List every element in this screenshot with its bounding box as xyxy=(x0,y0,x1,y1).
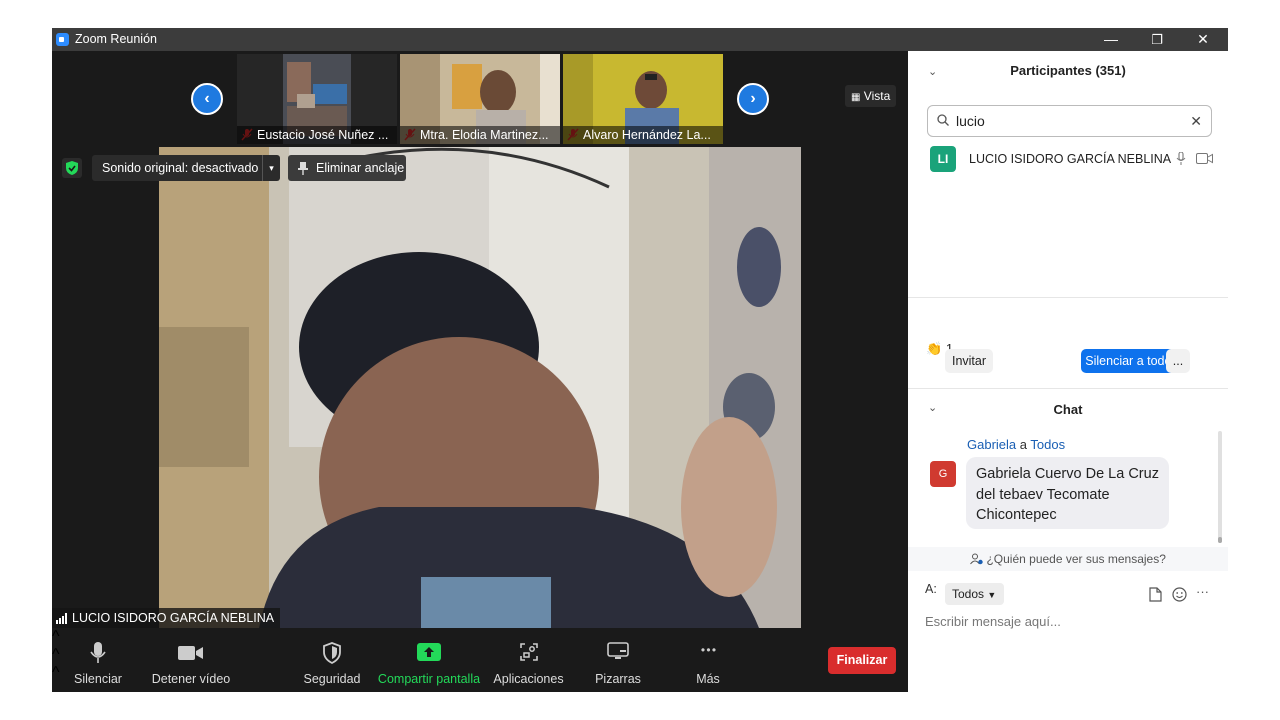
grid-icon: ▦ xyxy=(851,92,861,103)
view-button[interactable]: ▦ Vista xyxy=(845,85,897,107)
sound-dropdown-caret[interactable]: ▾ xyxy=(262,155,280,181)
chat-title: Chat xyxy=(1053,402,1083,417)
video-stage: ‹ Eustacio José Nuñez ... Mtra. Elodia M… xyxy=(52,51,908,692)
avatar: LI xyxy=(930,146,956,172)
participant-row[interactable]: LI LUCIO ISIDORO GARCÍA NEBLINA xyxy=(930,146,1220,172)
share-screen-label: Compartir pantalla xyxy=(377,672,481,686)
original-sound-toggle[interactable]: Sonido original: desactivado ▾ xyxy=(92,155,280,181)
view-label: Vista xyxy=(863,89,891,103)
more-label: Más xyxy=(696,672,720,686)
next-page-button[interactable]: › xyxy=(737,83,769,115)
chat-message-input[interactable]: Escribir mensaje aquí... xyxy=(925,614,1061,629)
mute-label: Silenciar xyxy=(74,672,122,686)
chat-recipient-select[interactable]: Todos ▼ xyxy=(945,583,1004,605)
end-meeting-button[interactable]: Finalizar xyxy=(828,647,896,674)
chevron-down-icon: ▼ xyxy=(987,590,997,600)
encryption-shield-icon[interactable] xyxy=(62,158,82,178)
chat-message-line: del tebaev Tecomate xyxy=(976,486,1110,503)
search-value: lucio xyxy=(956,113,985,129)
unpin-button[interactable]: Eliminar anclaje xyxy=(288,155,406,181)
whiteboards-label: Pizarras xyxy=(595,672,641,686)
chat-to-label: A: xyxy=(925,582,937,596)
apps-button[interactable]: Aplicaciones xyxy=(492,628,565,692)
unpin-label: Eliminar anclaje xyxy=(316,161,405,175)
speaker-name: LUCIO ISIDORO GARCÍA NEBLINA xyxy=(72,611,275,625)
close-window-button[interactable]: ✕ xyxy=(1180,29,1226,50)
participant-search-input[interactable]: lucio ✕ xyxy=(927,105,1212,137)
chat-recipient: Todos xyxy=(1030,437,1066,452)
who-can-see-link[interactable]: ¿Quién puede ver sus mensajes? xyxy=(908,547,1228,571)
divider xyxy=(908,388,1228,389)
avatar: G xyxy=(930,461,956,487)
share-screen-icon xyxy=(417,643,441,661)
chat-scrollbar[interactable] xyxy=(1218,431,1222,543)
clap-icon: 👏 xyxy=(926,341,943,356)
clear-search-icon[interactable]: ✕ xyxy=(1190,106,1202,136)
scrollbar-thumb[interactable] xyxy=(1218,537,1222,543)
thumbnail-video[interactable]: Mtra. Elodia Martinez... xyxy=(400,54,560,144)
participant-name: Eustacio José Nuñez ... xyxy=(237,126,397,144)
participant-video-icon[interactable] xyxy=(1196,153,1213,164)
chat-to-connector: a xyxy=(1019,437,1027,452)
emoji-icon[interactable] xyxy=(1172,587,1187,602)
divider xyxy=(908,297,1228,298)
zoom-window: Zoom Reunión — ❐ ✕ ‹ Eustacio José Nuñez… xyxy=(52,28,1228,692)
restore-button[interactable]: ❐ xyxy=(1134,29,1180,50)
participants-title: Participantes (351) xyxy=(1010,63,1126,78)
chat-message-line: Chicontepec xyxy=(976,507,1057,523)
whiteboard-icon xyxy=(607,642,629,659)
main-video xyxy=(159,147,801,628)
mute-button[interactable]: Silenciar xyxy=(68,628,128,692)
more-button[interactable]: • • • Más xyxy=(682,628,734,692)
chat-message-bubble: Gabriela Cuervo De La Cruz del tebaev Te… xyxy=(966,457,1169,529)
prev-page-button[interactable]: ‹ xyxy=(191,83,223,115)
stop-video-button[interactable]: Detener vídeo xyxy=(150,628,232,692)
window-title: Zoom Reunión xyxy=(75,32,157,46)
chat-sender[interactable]: Gabriela xyxy=(967,437,1016,452)
security-shield-icon xyxy=(323,642,341,664)
participants-more-button[interactable]: ... xyxy=(1166,349,1190,373)
chat-message-line: Gabriela Cuervo De La Cruz xyxy=(976,466,1159,482)
security-button[interactable]: Seguridad xyxy=(300,628,364,692)
chat-message-header: Gabriela a Todos xyxy=(967,437,1065,452)
security-label: Seguridad xyxy=(303,672,361,686)
connection-signal-icon xyxy=(56,613,67,624)
share-screen-button[interactable]: Compartir pantalla xyxy=(376,628,482,692)
thumbnail-video[interactable]: Eustacio José Nuñez ... xyxy=(237,54,397,144)
participant-mic-icon[interactable] xyxy=(1176,152,1186,166)
zoom-logo-icon xyxy=(56,33,69,46)
who-can-see-label: ¿Quién puede ver sus mensajes? xyxy=(986,552,1166,566)
chat-recipient-value: Todos xyxy=(952,587,985,601)
pin-icon xyxy=(298,162,308,175)
whiteboards-button[interactable]: Pizarras xyxy=(590,628,646,692)
meeting-toolbar: Silenciar ^ Detener vídeo ^ Seguridad Co… xyxy=(52,628,908,692)
people-icon xyxy=(970,553,983,565)
participant-row-name: LUCIO ISIDORO GARCÍA NEBLINA xyxy=(969,152,1172,166)
minimize-button[interactable]: — xyxy=(1088,29,1134,50)
participant-name: Alvaro Hernández La... xyxy=(563,126,723,144)
title-bar: Zoom Reunión — ❐ ✕ xyxy=(52,28,1228,51)
speaker-nameplate: LUCIO ISIDORO GARCÍA NEBLINA xyxy=(52,608,281,628)
more-dots-icon: • • • xyxy=(700,643,716,657)
invite-button[interactable]: Invitar xyxy=(945,349,993,373)
side-panel: ⌄ Participantes (351) lucio ✕ LI LUCIO I… xyxy=(908,51,1228,692)
speaker-video-image xyxy=(159,147,801,628)
file-icon[interactable] xyxy=(1149,587,1162,602)
video-camera-icon xyxy=(178,646,203,660)
chat-more-icon[interactable]: ··· xyxy=(1196,584,1209,599)
participant-name: Mtra. Elodia Martinez... xyxy=(400,126,560,144)
apps-label: Aplicaciones xyxy=(493,672,564,686)
search-icon xyxy=(937,114,949,126)
apps-icon xyxy=(519,643,538,661)
microphone-icon xyxy=(90,642,106,663)
thumbnail-video[interactable]: Alvaro Hernández La... xyxy=(563,54,723,144)
stop-video-label: Detener vídeo xyxy=(151,672,231,686)
thumbnail-strip: ‹ Eustacio José Nuñez ... Mtra. Elodia M… xyxy=(52,51,908,147)
original-sound-label: Sonido original: desactivado xyxy=(102,161,259,175)
